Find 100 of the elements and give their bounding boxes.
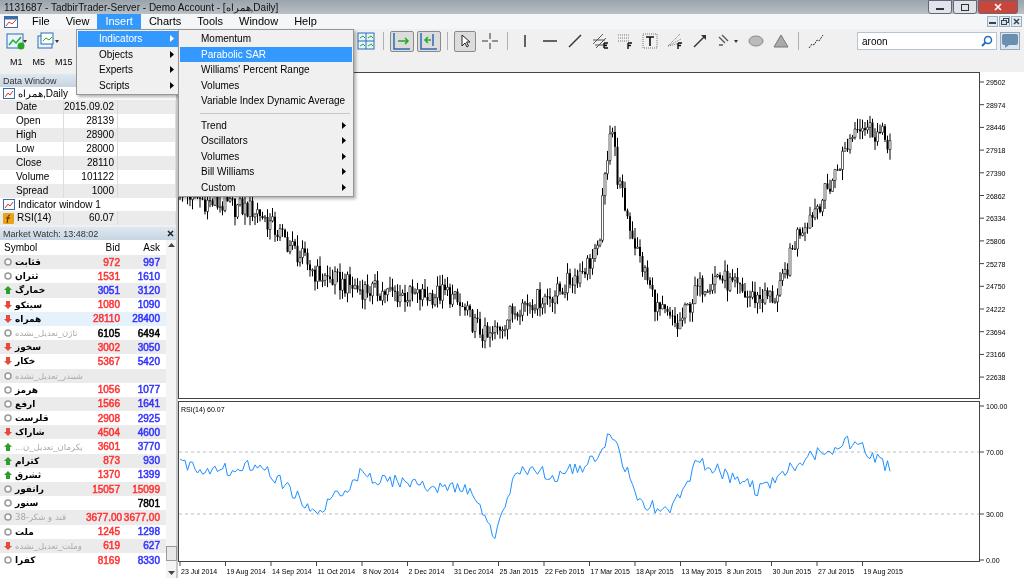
menu-item[interactable]: Tools: [189, 14, 231, 29]
circle-icon: [4, 329, 12, 338]
bid-price: 619: [103, 540, 120, 552]
indicator-window-label: Indicator window 1: [18, 199, 101, 210]
bid-price: 3677.00: [86, 511, 123, 523]
bid-price: 2908: [97, 412, 120, 424]
scroll-thumb[interactable]: [165, 546, 177, 561]
symbol-name: کفرا: [15, 555, 36, 566]
menu-item[interactable]: Help: [286, 14, 325, 29]
symbol-name: کترام: [15, 455, 40, 466]
down-arrow-icon[interactable]: [167, 571, 175, 576]
ask-price: 1641: [137, 398, 160, 410]
column-header[interactable]: Ask: [122, 242, 162, 253]
minimize-button[interactable]: [987, 16, 998, 27]
cursor-icon[interactable]: [454, 30, 476, 52]
close-button[interactable]: [1011, 16, 1022, 27]
circle-icon: [4, 414, 12, 423]
menu-item[interactable]: Volumes: [180, 77, 352, 93]
scrollbar[interactable]: [166, 240, 176, 578]
search-field[interactable]: aroon: [857, 32, 997, 50]
text-icon[interactable]: [639, 30, 661, 52]
symbol-label: همراه,Daily: [18, 88, 68, 99]
down-arrow-icon: [4, 541, 12, 550]
bid-price: 8169: [97, 554, 120, 566]
menu-item[interactable]: Williams' Percent Range: [180, 62, 352, 78]
up-arrow-icon[interactable]: [167, 242, 175, 247]
close-icon: [1013, 18, 1020, 25]
chart-shift-icon[interactable]: [417, 30, 441, 52]
field-value: 60.07: [64, 211, 118, 225]
bid-price: 5367: [97, 355, 120, 367]
restore-button[interactable]: [999, 16, 1010, 27]
tile-windows-icon[interactable]: [355, 30, 377, 52]
timeframe-button[interactable]: M15: [51, 56, 77, 68]
symbol-name: قلرست: [15, 413, 49, 424]
circle-icon: [4, 258, 12, 267]
menu-item[interactable]: Volumes: [180, 148, 352, 164]
bid-price: 15057: [92, 483, 120, 495]
ask-price: 5420: [137, 355, 160, 367]
menu-item[interactable]: File: [24, 14, 58, 29]
circle-icon: [4, 371, 12, 380]
chat-icon[interactable]: [1000, 32, 1020, 50]
bid-price: 3051: [97, 284, 120, 296]
down-arrow-icon: [4, 428, 12, 437]
ask-price: 2925: [137, 412, 160, 424]
minimize-button[interactable]: [928, 0, 952, 14]
circle-icon: [4, 399, 12, 408]
bid-price: 1080: [97, 299, 120, 311]
auto-scroll-icon[interactable]: [390, 30, 414, 52]
circle-icon: [4, 485, 12, 494]
search-icon[interactable]: [981, 35, 993, 47]
circle-icon: [4, 513, 12, 522]
window-title: 1131687 - TadbirTrader-Server - Demo Account - [همراه,Daily]: [4, 1, 279, 13]
ask-price: 1077: [137, 384, 160, 396]
ask-price: 997: [143, 256, 160, 268]
symbol-name: شاراک: [15, 427, 45, 438]
timeframe-button[interactable]: M1: [6, 56, 27, 68]
bid-price: 1056: [97, 384, 120, 396]
symbol-name: خمارگ: [15, 285, 46, 296]
maximize-button[interactable]: [953, 0, 977, 14]
symbol-name: وملت_تعدیل_نشده: [15, 540, 82, 551]
ask-price: 4600: [137, 426, 160, 438]
ask-price: 1610: [137, 270, 160, 282]
symbol-name: شبندر_تعدیل_نشده: [15, 370, 83, 381]
ask-price: 1090: [137, 299, 160, 311]
symbol-name: خکار: [15, 356, 36, 367]
circle-icon: [4, 527, 12, 536]
panel-header: Market Watch: 13:48:02: [0, 227, 176, 240]
menu-item[interactable]: Variable Index Dynamic Average: [180, 93, 352, 109]
column-header[interactable]: Bid: [86, 242, 122, 253]
symbol-name: سخوز: [15, 342, 42, 353]
ask-price: 15099: [132, 483, 160, 495]
bid-price: 3601: [97, 441, 120, 453]
ask-price: 3677.00: [123, 511, 160, 523]
symbol-name: ارفع: [15, 398, 36, 409]
menu-item[interactable]: Charts: [140, 14, 190, 29]
menu-item[interactable]: View: [57, 14, 98, 29]
symbol-name: قند و شکر-38: [15, 512, 66, 523]
menu-item[interactable]: Oscillators: [180, 133, 352, 149]
ask-price: 6494: [137, 327, 160, 339]
bid-price: 28110: [92, 313, 120, 325]
ask-price: 930: [143, 455, 160, 467]
bid-price: 1245: [97, 526, 120, 538]
timeframe-button[interactable]: M5: [28, 56, 50, 68]
bid-price: 4504: [97, 426, 120, 438]
menu-item[interactable]: Bill Williams: [180, 164, 352, 180]
symbol-name: ثتران: [15, 271, 39, 282]
maximize-icon: [961, 3, 969, 11]
symbol-name: سنور: [15, 498, 39, 509]
ask-price: 1399: [137, 469, 160, 481]
symbol-name: پکرمان_تعدیل_ن...: [15, 441, 83, 452]
menu-item[interactable]: Trend: [180, 117, 352, 133]
menu-item[interactable]: Momentum: [180, 31, 352, 47]
symbol-name: ثشرق: [15, 469, 42, 480]
circle-icon: [4, 272, 12, 281]
menu-item[interactable]: Objects: [78, 46, 180, 62]
menu-item[interactable]: Window: [231, 14, 287, 29]
bid-price: 3002: [97, 341, 120, 353]
column-header[interactable]: Symbol: [0, 242, 86, 253]
menu-item[interactable]: Custom: [180, 179, 352, 195]
ask-price: 3050: [137, 341, 160, 353]
